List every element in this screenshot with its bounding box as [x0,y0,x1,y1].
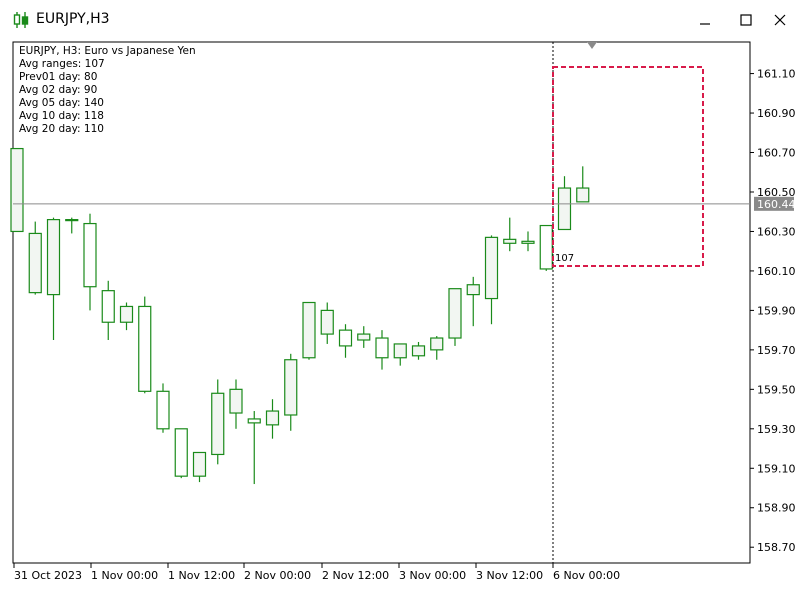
close-icon [774,14,786,26]
y-tick-label: 159.30 [757,423,796,436]
minimize-icon [700,23,710,25]
y-tick-label: 160.10 [757,265,796,278]
candlestick-chart-icon [13,12,29,28]
candle [10,147,24,233]
candle-body [466,284,480,296]
candle-body [192,451,207,477]
x-tick-label: 1 Nov 00:00 [91,569,158,582]
y-tick-label: 159.50 [757,383,796,396]
x-tick-label: 2 Nov 12:00 [322,569,389,582]
candle-body [503,238,517,244]
candle-body [229,388,243,414]
candle-body [576,187,590,203]
window-title: EURJPY,H3 [36,11,110,27]
y-tick-label: 161.10 [757,68,796,81]
info-panel: EURJPY, H3: Euro vs Japanese Yen Avg ran… [19,45,196,136]
candle [174,428,188,479]
candle-body [557,187,572,231]
candle [302,301,316,360]
info-line-avg10: Avg 10 day: 118 [19,110,104,122]
candle-body [375,337,389,359]
info-line-symbol: EURJPY, H3: Euro vs Japanese Yen [19,45,196,57]
current-price-label: 160.44 [757,198,796,211]
candle-body [448,288,462,339]
y-tick-label: 160.90 [757,107,796,120]
y-tick-label: 159.90 [757,304,796,317]
maximize-icon [740,14,752,26]
candle-body [138,305,152,392]
candle-body [430,337,444,351]
x-tick-label: 3 Nov 12:00 [476,569,543,582]
y-tick-label: 158.90 [757,502,796,515]
range-label: 107 [555,253,574,264]
candle-body [539,224,553,270]
close-button[interactable] [765,8,795,32]
candle-body [411,345,426,357]
minimize-button[interactable] [690,8,720,32]
candle-body [265,410,280,426]
x-tick-label: 3 Nov 00:00 [399,569,466,582]
candle [138,296,152,394]
candle-body [28,232,42,294]
y-tick-label: 160.70 [757,147,796,160]
candle-body [247,418,261,424]
info-line-prev01: Prev01 day: 80 [19,71,98,83]
candle-body [10,147,24,233]
info-line-avg20: Avg 20 day: 110 [19,123,104,135]
candle [448,288,462,346]
y-tick-label: 158.70 [757,541,796,554]
info-line-avg-ranges: Avg ranges: 107 [19,58,105,70]
info-line-avg05: Avg 05 day: 140 [19,97,104,109]
candle [156,383,170,433]
info-line-avg02: Avg 02 day: 90 [19,84,98,96]
candle-body [101,290,115,323]
maximize-button[interactable] [731,8,761,32]
candle-body [119,305,134,323]
candle-body [338,329,353,347]
candle-body [484,236,499,300]
title-bar[interactable]: EURJPY,H3 [0,0,800,41]
y-tick-label: 159.70 [757,344,796,357]
candle-body [46,219,61,296]
candle-body [320,309,334,335]
candle-body [65,219,79,222]
y-tick-label: 160.30 [757,225,796,238]
candle [539,224,553,271]
candle-body [357,333,371,341]
candle-body [174,428,188,477]
x-tick-label: 6 Nov 00:00 [553,569,620,582]
candle-body [83,222,97,288]
x-tick-label: 31 Oct 2023 [14,569,82,582]
app-window: EURJPY,H3 161.10 160.90 160.70 160.50 160.30… [0,0,800,600]
candle-body [521,240,535,244]
candle-body [284,359,298,416]
candle-body [156,390,170,430]
y-tick-label: 159.10 [757,462,796,475]
x-tick-label: 2 Nov 00:00 [244,569,311,582]
candle-body [393,343,407,359]
candle-body [302,301,316,359]
x-tick-label: 1 Nov 12:00 [168,569,235,582]
candle-body [211,392,225,456]
